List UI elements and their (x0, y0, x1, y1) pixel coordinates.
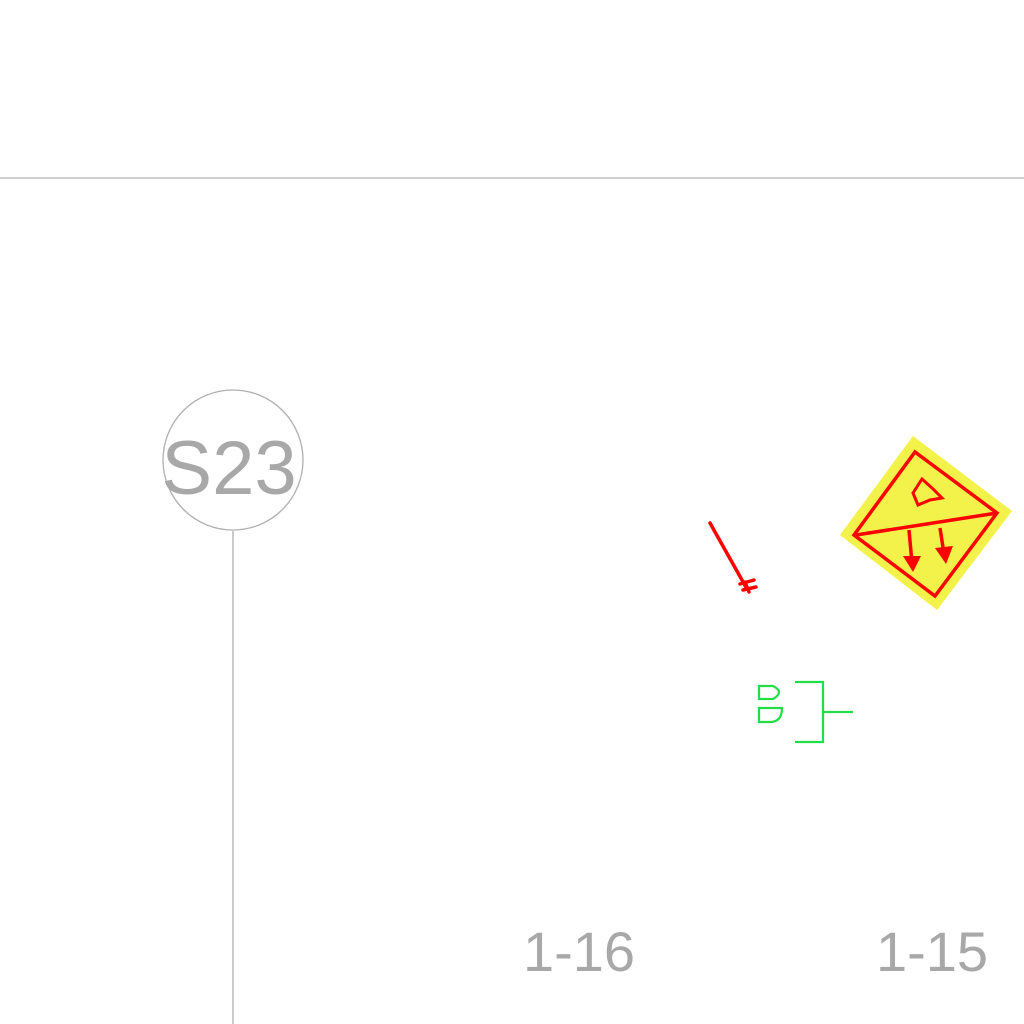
floor-plan-canvas: S23 1-16 1-15 (0, 0, 1024, 1024)
room-label-1-16: 1-16 (523, 920, 635, 983)
grid-bubble-label: S23 (161, 426, 296, 511)
room-label-1-15: 1-15 (876, 920, 988, 983)
sprinkler-pendant-icon (708, 521, 758, 594)
grid-bubble: S23 (161, 389, 304, 1024)
floor-plan-drawing: S23 1-16 1-15 (0, 177, 1024, 1024)
light-fixture-icon (757, 680, 853, 744)
emergency-exit-sign-icon (840, 436, 1012, 610)
